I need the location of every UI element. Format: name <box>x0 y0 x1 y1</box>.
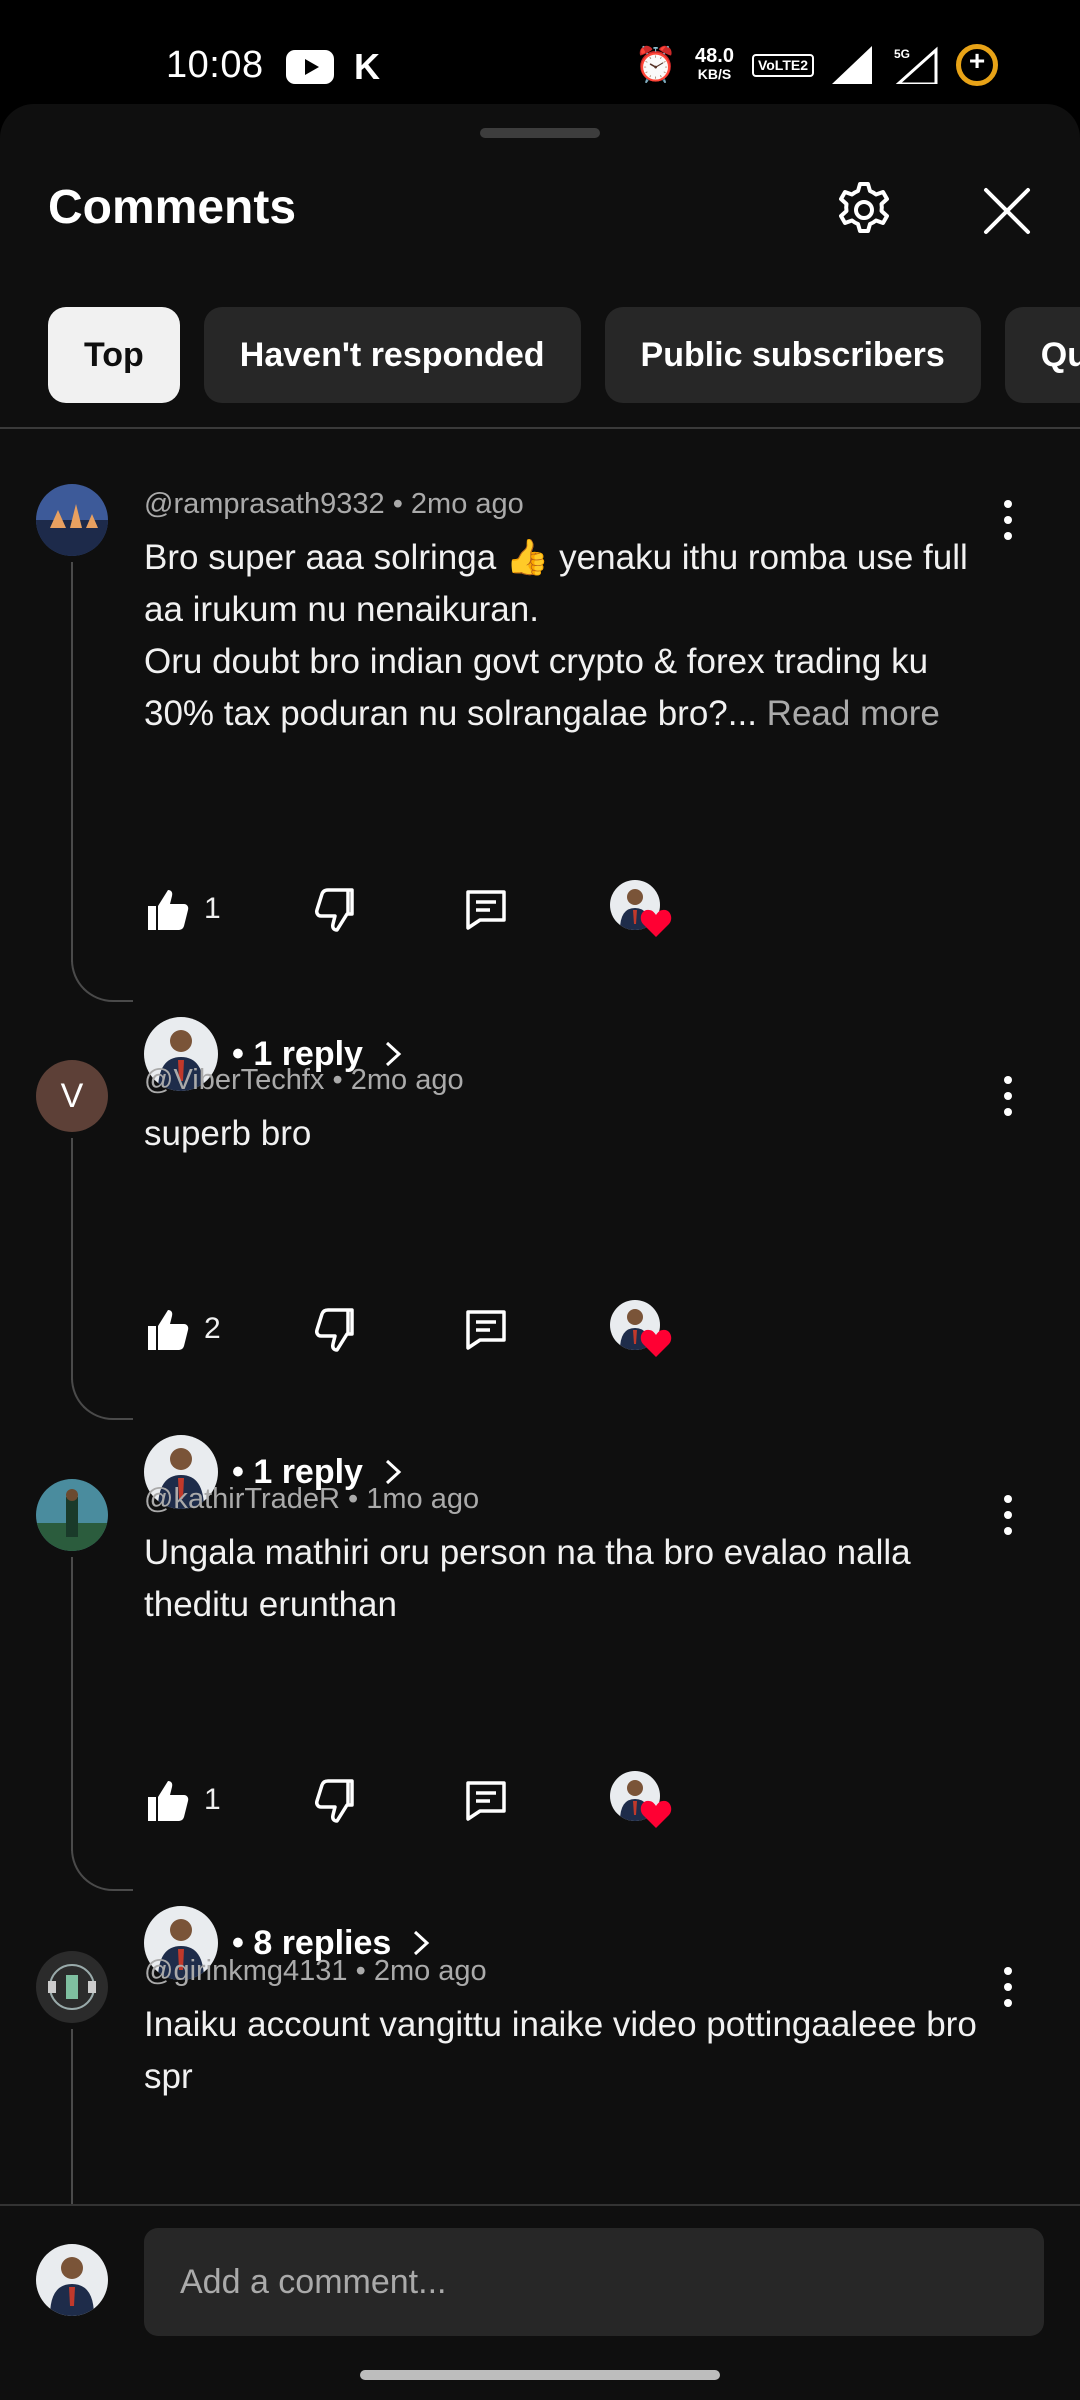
youtube-notification-icon <box>286 50 334 84</box>
comment-author[interactable]: @ramprasath9332 <box>144 488 385 520</box>
divider <box>0 427 1080 429</box>
like-filled-icon[interactable] <box>144 1777 192 1825</box>
close-icon[interactable] <box>976 180 1038 242</box>
comment-age: 2mo ago <box>410 488 524 520</box>
comment-text: Ungala mathiri oru person na tha bro eva… <box>144 1533 911 1624</box>
thread-line <box>71 562 73 962</box>
heart-icon <box>640 1329 672 1357</box>
reply-icon[interactable] <box>462 886 510 934</box>
comment-text: Bro super aaa solringa 👍 yenaku ithu rom… <box>144 538 968 733</box>
like-count: 2 <box>204 1312 221 1345</box>
gear-icon[interactable] <box>832 178 896 242</box>
dislike-icon[interactable] <box>312 886 360 934</box>
comment-text: Inaiku account vangittu inaike video pot… <box>144 2005 977 2096</box>
alarm-icon: ⏰ <box>634 46 678 84</box>
chip-havent-responded[interactable]: Haven't responded <box>203 307 581 403</box>
status-icons: ⏰ 48.0 KB/S VoLTE2 5G <box>635 44 998 86</box>
comment-meta: @ViberTechfx • 2mo ago <box>144 1064 464 1096</box>
comment-author[interactable]: @kathirTradeR <box>144 1483 340 1515</box>
signal-5g-icon: 5G <box>894 46 938 84</box>
volte-icon: VoLTE2 <box>751 53 814 77</box>
battery-saver-icon <box>956 44 998 86</box>
thread-connector <box>71 956 133 1002</box>
thread-connector <box>71 1845 133 1891</box>
like-filled-icon[interactable] <box>144 1306 192 1354</box>
heart-icon <box>640 909 672 937</box>
avatar[interactable] <box>36 1479 108 1551</box>
dislike-icon[interactable] <box>312 1777 360 1825</box>
home-indicator[interactable] <box>360 2370 720 2380</box>
heart-icon <box>640 1800 672 1828</box>
reply-icon[interactable] <box>462 1306 510 1354</box>
thread-connector <box>71 1374 133 1420</box>
add-comment-input[interactable] <box>144 2228 1044 2336</box>
thread-line <box>71 1557 73 1851</box>
comment-age: 1mo ago <box>366 1483 480 1515</box>
read-more-link[interactable]: Read more <box>767 694 940 733</box>
comment-age: 2mo ago <box>350 1064 464 1096</box>
comment-author[interactable]: @ViberTechfx <box>144 1064 324 1096</box>
comment-actions: 1 <box>144 880 704 940</box>
filter-chips: Top Haven't responded Public subscribers… <box>48 307 1080 405</box>
comment-meta: @ramprasath9332 • 2mo ago <box>144 488 524 520</box>
chevron-right-icon <box>414 1930 430 1956</box>
creator-heart <box>610 1771 674 1835</box>
reply-icon[interactable] <box>462 1777 510 1825</box>
clock: 10:08 <box>166 44 264 86</box>
like-count: 1 <box>204 1783 221 1816</box>
drag-handle[interactable] <box>480 128 600 138</box>
dislike-icon[interactable] <box>312 1306 360 1354</box>
avatar[interactable] <box>36 484 108 556</box>
status-bar: 10:08 K ⏰ 48.0 KB/S VoLTE2 5G <box>0 0 1080 100</box>
comment-actions: 2 <box>144 1300 704 1360</box>
comment-actions: 1 <box>144 1771 704 1831</box>
comment-composer <box>0 2204 1080 2400</box>
comment-text: superb bro <box>144 1114 312 1153</box>
comment-meta: @kathirTradeR • 1mo ago <box>144 1483 480 1515</box>
creator-heart <box>610 1300 674 1364</box>
chip-top[interactable]: Top <box>48 307 180 403</box>
signal-icon <box>832 46 872 84</box>
network-speed: 48.0 KB/S <box>695 45 734 82</box>
avatar[interactable] <box>36 1951 108 2023</box>
avatar[interactable]: V <box>36 1060 108 1132</box>
chip-public-subscribers[interactable]: Public subscribers <box>604 307 981 403</box>
sheet-title: Comments <box>48 181 297 234</box>
comment-meta: @girinkmg4131 • 2mo ago <box>144 1955 487 1987</box>
like-count: 1 <box>204 892 221 925</box>
app-notification-icon: K <box>354 46 380 87</box>
user-avatar[interactable] <box>36 2244 108 2316</box>
comment-author[interactable]: @girinkmg4131 <box>144 1955 348 1987</box>
comment-age: 2mo ago <box>373 1955 487 1987</box>
svg-text:5G: 5G <box>894 47 910 61</box>
comments-sheet: Comments Top Haven't responded Public su… <box>0 104 1080 2400</box>
chip-questions[interactable]: Que <box>1004 307 1080 403</box>
like-filled-icon[interactable] <box>144 886 192 934</box>
creator-heart <box>610 880 674 944</box>
thread-line <box>71 1138 73 1380</box>
